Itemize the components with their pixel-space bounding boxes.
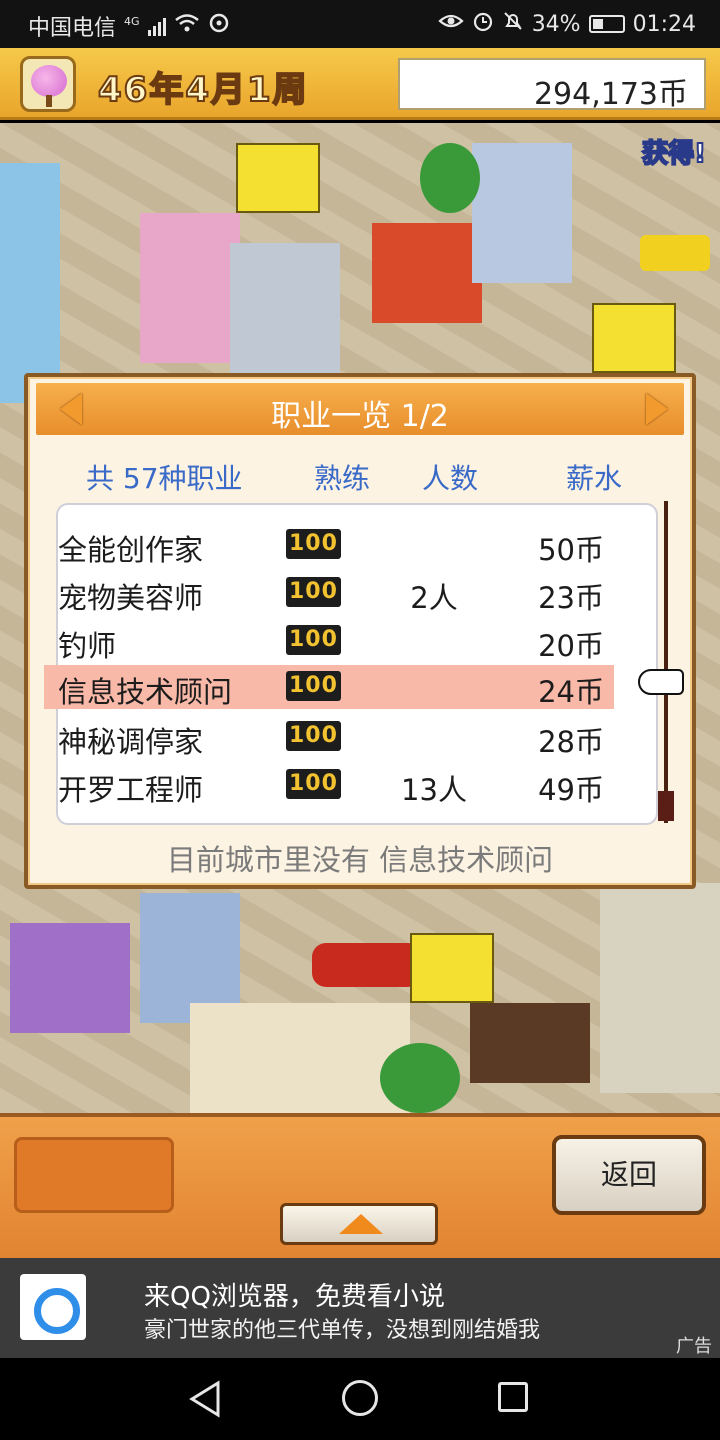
vehicle — [312, 943, 422, 987]
ad-subtitle: 豪门世家的他三代单传，没想到刚结婚我 — [144, 1318, 541, 1343]
building — [472, 143, 572, 283]
skill-level: 100 — [286, 721, 341, 751]
skill-level: 100 — [286, 671, 341, 701]
network-label: 4G — [124, 14, 140, 28]
job-name: 全能创作家 — [58, 533, 204, 567]
job-salary: 23币 — [538, 581, 604, 615]
building — [470, 1003, 590, 1083]
eye-icon — [438, 11, 464, 37]
job-name: 宠物美容师 — [58, 581, 204, 615]
expand-up-button[interactable] — [280, 1203, 438, 1245]
wifi-icon — [174, 13, 200, 39]
list-scrollbar[interactable] — [664, 501, 668, 823]
nav-recent-icon[interactable] — [498, 1382, 528, 1412]
building — [410, 933, 494, 1003]
job-salary: 20币 — [538, 629, 604, 663]
clock: 01:24 — [632, 11, 696, 37]
info-slot — [14, 1137, 174, 1213]
alarm-icon — [472, 10, 494, 38]
job-salary: 49币 — [538, 773, 604, 807]
job-name: 钓师 — [58, 629, 117, 663]
job-salary: 28币 — [538, 725, 604, 759]
tree — [420, 143, 480, 213]
scrollbar-thumb[interactable] — [658, 791, 674, 821]
skill-level: 100 — [286, 769, 341, 799]
building — [140, 213, 240, 363]
bottom-panel: 返回 — [0, 1113, 720, 1258]
column-count: 人数 — [422, 462, 479, 495]
building — [230, 243, 340, 393]
job-row[interactable]: 钓师 100 20币 — [44, 619, 614, 663]
nav-home-icon[interactable] — [342, 1380, 378, 1416]
job-row[interactable]: 全能创作家 100 50币 — [44, 523, 614, 567]
job-salary: 24币 — [538, 675, 604, 709]
worker-count: 13人 — [401, 773, 467, 807]
battery-icon — [588, 15, 625, 33]
next-page-arrow-icon[interactable] — [646, 393, 668, 425]
hotspot-icon — [208, 12, 230, 40]
job-row[interactable]: 宠物美容师 100 2人 23币 — [44, 571, 614, 615]
pointing-hand-icon — [638, 669, 684, 695]
job-list-dialog: 职业一览 1/2 共 57种职业 熟练 人数 薪水 全能创作家 100 50币 … — [24, 373, 696, 889]
up-arrow-icon — [339, 1214, 383, 1234]
job-row[interactable]: 开罗工程师 100 13人 49币 — [44, 763, 614, 807]
building — [236, 143, 320, 213]
nav-back-icon[interactable] — [188, 1380, 222, 1418]
building — [0, 163, 60, 403]
signal-icon — [147, 16, 166, 36]
building — [190, 1003, 410, 1113]
building — [10, 923, 130, 1033]
job-row-selected[interactable]: 信息技术顾问 100 24币 — [44, 665, 614, 709]
job-name: 神秘调停家 — [58, 725, 204, 759]
building — [372, 223, 482, 323]
back-button[interactable]: 返回 — [552, 1135, 706, 1215]
column-skill: 熟练 — [314, 462, 371, 495]
ad-tag: 广告 — [676, 1336, 712, 1357]
skill-level: 100 — [286, 577, 341, 607]
skill-level: 100 — [286, 529, 341, 559]
column-salary: 薪水 — [566, 462, 623, 495]
column-total-jobs: 共 57种职业 — [86, 462, 243, 495]
job-name: 信息技术顾问 — [58, 675, 233, 709]
money-display: 294,173币 — [398, 58, 706, 112]
system-nav-bar — [0, 1358, 720, 1440]
job-row[interactable]: 神秘调停家 100 28币 — [44, 715, 614, 759]
mute-icon — [502, 10, 524, 38]
ad-title: 来QQ浏览器，免费看小说 — [144, 1282, 445, 1312]
cherry-tree-icon[interactable] — [20, 56, 76, 112]
vehicle — [640, 235, 710, 271]
carrier-label: 中国电信 — [28, 16, 117, 41]
building — [592, 303, 676, 373]
job-name: 开罗工程师 — [58, 773, 204, 807]
ad-banner[interactable]: 来QQ浏览器，免费看小说 豪门世家的他三代单传，没想到刚结婚我 广告 — [0, 1258, 720, 1358]
game-top-bar: 46年4月1周 294,173币 — [0, 48, 720, 120]
building — [600, 883, 720, 1093]
battery-percent: 34% — [531, 11, 581, 37]
skill-level: 100 — [286, 625, 341, 655]
job-salary: 50币 — [538, 533, 604, 567]
qq-browser-logo-icon — [20, 1274, 86, 1340]
money-value: 294,173币 — [533, 77, 688, 112]
worker-count: 2人 — [410, 581, 458, 615]
dialog-header: 职业一览 1/2 — [36, 383, 684, 435]
status-bar: 中国电信 4G 34% 01:24 — [0, 0, 720, 48]
tree — [380, 1043, 460, 1113]
dialog-title: 职业一览 1/2 — [271, 399, 449, 434]
game-date: 46年4月1周 — [97, 69, 309, 111]
get-badge[interactable]: 获得! — [641, 133, 707, 170]
dialog-message: 目前城市里没有 信息技术顾问 — [166, 843, 554, 877]
